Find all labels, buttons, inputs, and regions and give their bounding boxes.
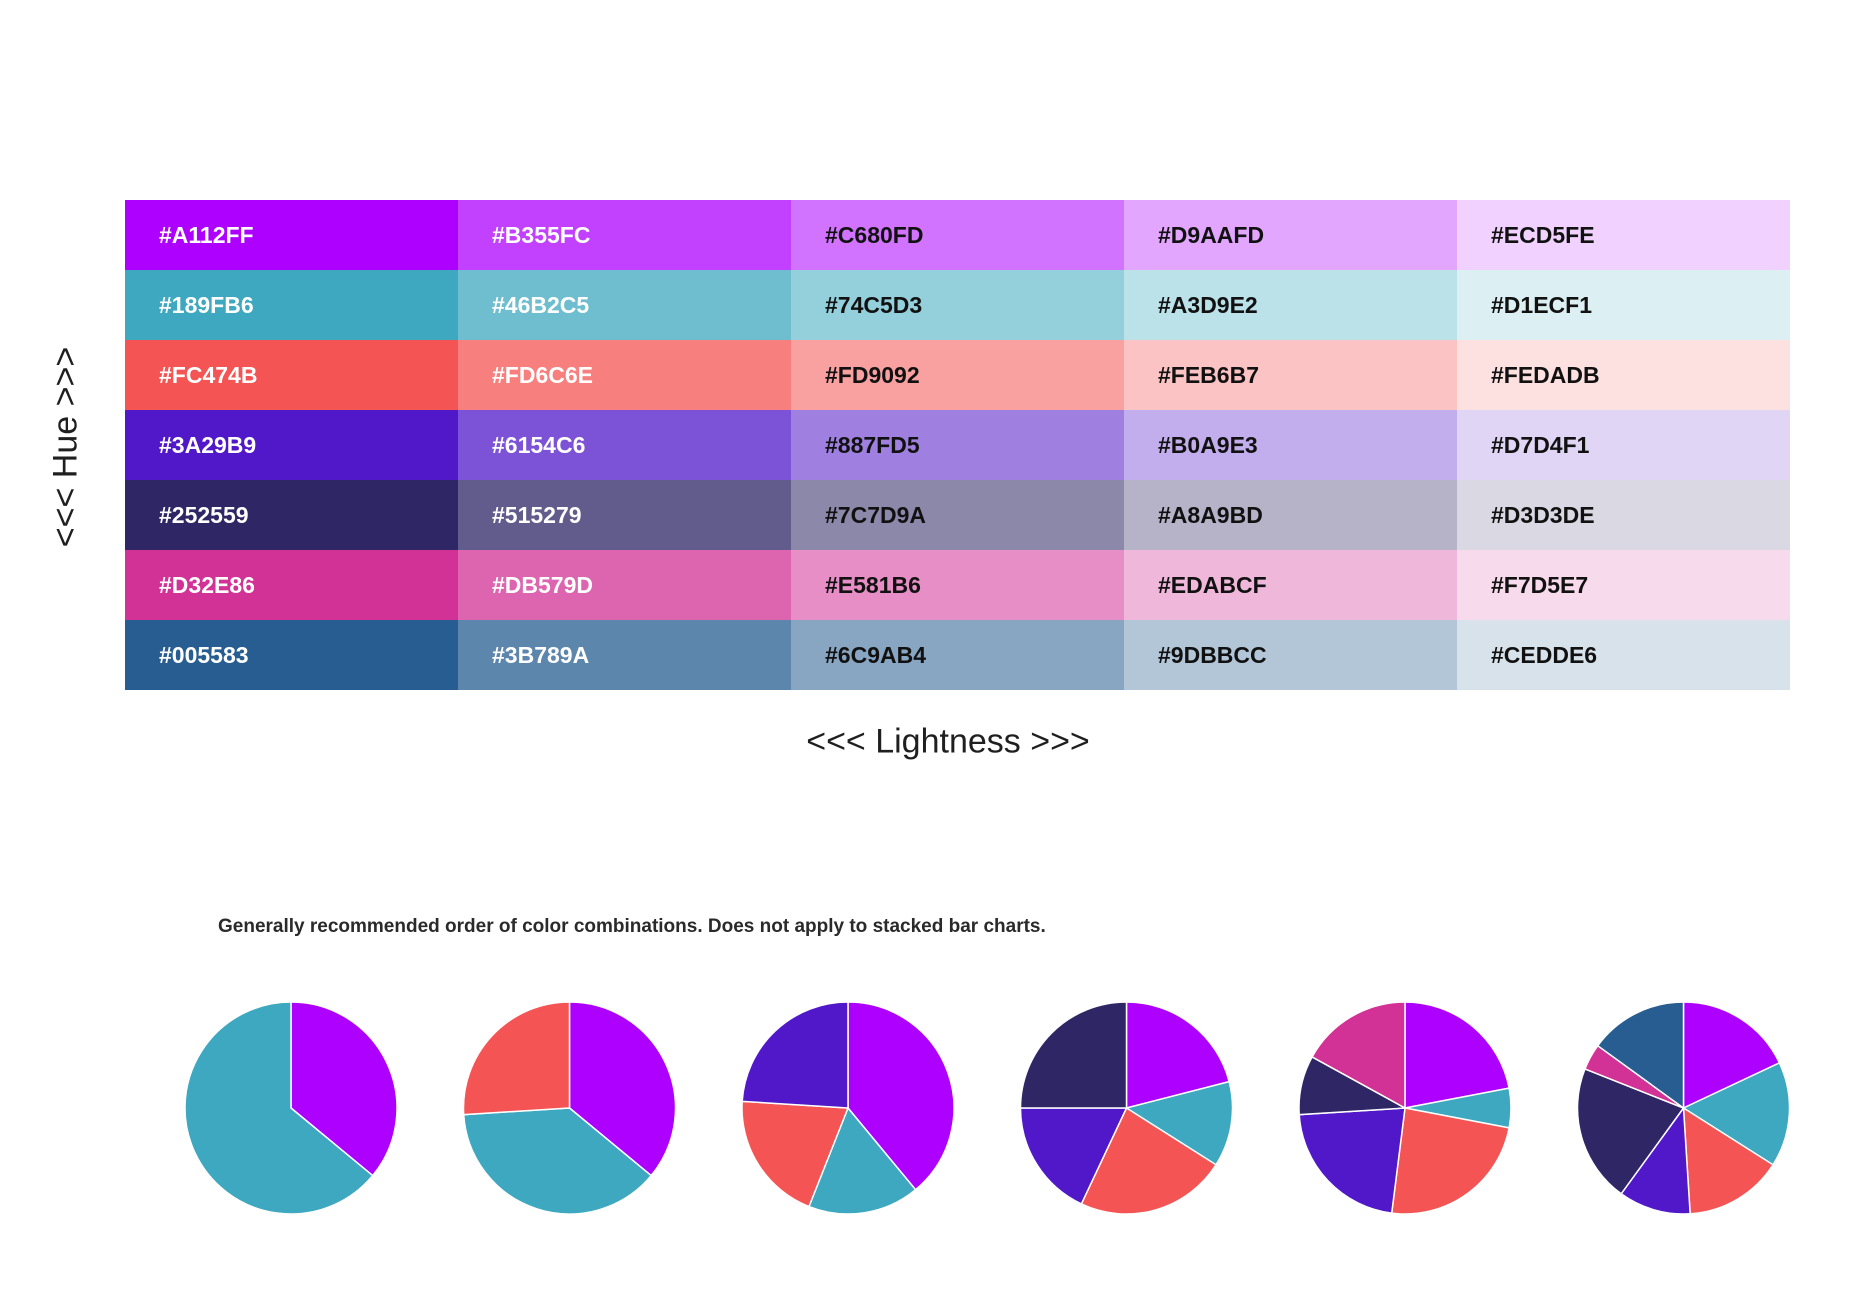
- color-swatch: #C680FD: [791, 200, 1124, 270]
- color-swatch: #EDABCF: [1124, 550, 1457, 620]
- color-swatch: #D3D3DE: [1457, 480, 1790, 550]
- pie-chart: [741, 1001, 955, 1215]
- recommendation-note: Generally recommended order of color com…: [218, 916, 1046, 937]
- color-swatch: #9DBBCC: [1124, 620, 1457, 690]
- pie-slice: [741, 1001, 849, 1109]
- color-swatch: #B355FC: [458, 200, 791, 270]
- color-swatch: #E581B6: [791, 550, 1124, 620]
- color-swatch: #515279: [458, 480, 791, 550]
- color-swatch: #7C7D9A: [791, 480, 1124, 550]
- color-swatch: #6C9AB4: [791, 620, 1124, 690]
- pie-chart: [1019, 1001, 1234, 1215]
- pie-slice: [1019, 1001, 1128, 1109]
- pie-slice: [462, 1001, 571, 1116]
- color-swatch: #6154C6: [458, 410, 791, 480]
- color-swatch: #3A29B9: [125, 410, 458, 480]
- color-swatch: #CEDDE6: [1457, 620, 1790, 690]
- color-swatch: #B0A9E3: [1124, 410, 1457, 480]
- color-swatch: #A8A9BD: [1124, 480, 1457, 550]
- color-swatch: #D9AAFD: [1124, 200, 1457, 270]
- color-swatch: #ECD5FE: [1457, 200, 1790, 270]
- color-swatch: #D1ECF1: [1457, 270, 1790, 340]
- lightness-axis-label: <<< Lightness >>>: [806, 722, 1090, 761]
- color-swatch: #887FD5: [791, 410, 1124, 480]
- color-swatch: #74C5D3: [791, 270, 1124, 340]
- color-swatch: #FC474B: [125, 340, 458, 410]
- color-swatch: #FD9092: [791, 340, 1124, 410]
- pie-slice: [1298, 1107, 1406, 1214]
- color-swatch: #3B789A: [458, 620, 791, 690]
- pie-chart: [184, 1001, 398, 1215]
- color-swatch: #189FB6: [125, 270, 458, 340]
- pie-charts: [184, 1001, 1791, 1215]
- pie-chart: [462, 1001, 677, 1215]
- color-swatch: #F7D5E7: [1457, 550, 1790, 620]
- color-swatch: #A112FF: [125, 200, 458, 270]
- hue-axis-label: <<< Hue >>>: [46, 346, 85, 548]
- pie-chart: [1298, 1001, 1512, 1215]
- color-swatch: #46B2C5: [458, 270, 791, 340]
- color-swatch: #FEB6B7: [1124, 340, 1457, 410]
- color-swatch: #252559: [125, 480, 458, 550]
- color-swatch: #D7D4F1: [1457, 410, 1790, 480]
- color-swatch: #FEDADB: [1457, 340, 1790, 410]
- color-palette-grid: #A112FF #B355FC #C680FD #D9AAFD #ECD5FE #189F…: [125, 200, 1790, 690]
- pie-slice: [1390, 1107, 1510, 1215]
- color-swatch: #FD6C6E: [458, 340, 791, 410]
- color-swatch: #005583: [125, 620, 458, 690]
- color-swatch: #A3D9E2: [1124, 270, 1457, 340]
- color-swatch: #D32E86: [125, 550, 458, 620]
- pie-chart: [1576, 1001, 1791, 1215]
- color-swatch: #DB579D: [458, 550, 791, 620]
